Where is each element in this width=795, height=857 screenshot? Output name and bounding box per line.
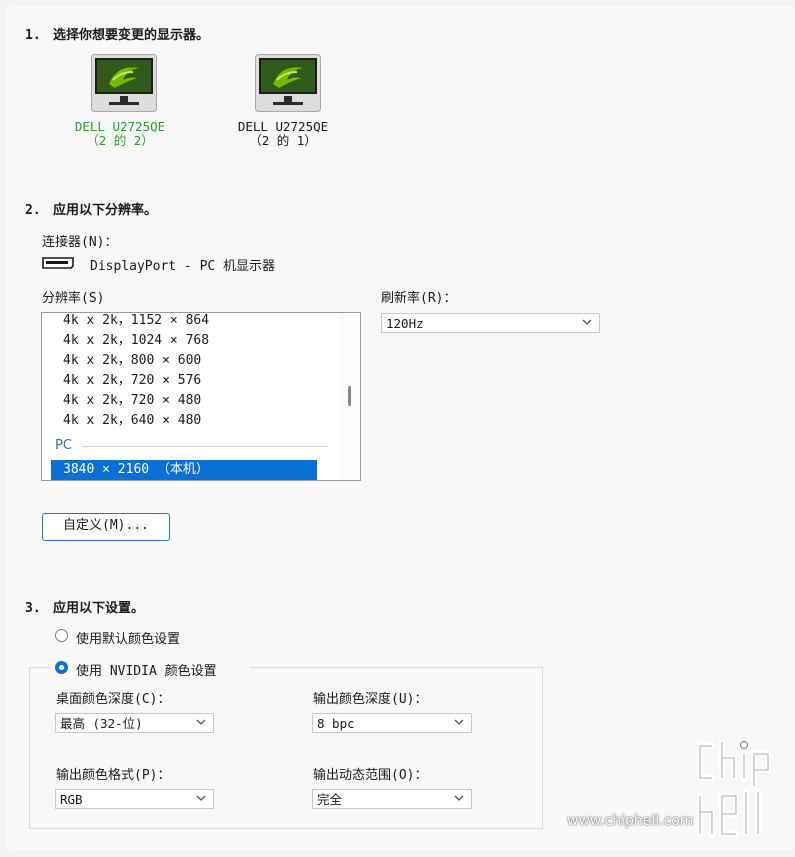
group-divider	[82, 446, 328, 447]
output-depth-value: 8 bpc	[317, 716, 355, 731]
desktop-depth-select[interactable]: 最高 (32-位)	[55, 713, 214, 733]
monitor-icon	[91, 54, 157, 112]
default-color-label[interactable]: 使用默认颜色设置	[76, 628, 180, 647]
nvidia-color-label[interactable]: 使用 NVIDIA 颜色设置	[76, 660, 217, 679]
dynamic-range-select[interactable]: 完全	[312, 789, 472, 809]
refresh-rate-select[interactable]: 120Hz	[381, 313, 600, 333]
step3-heading: 3. 应用以下设置。	[25, 597, 144, 616]
default-color-radio[interactable]	[55, 629, 68, 642]
list-item[interactable]: 4k x 2k，640 × 480	[63, 411, 201, 431]
refresh-rate-value: 120Hz	[386, 316, 424, 331]
refresh-label: 刷新率(R)：	[381, 291, 457, 306]
dynamic-range-label: 输出动态范围(O)：	[313, 768, 428, 783]
list-item-selected[interactable]: 3840 × 2160 （本机）	[51, 460, 317, 480]
list-item[interactable]: 4k x 2k，720 × 480	[63, 391, 201, 411]
output-format-value: RGB	[60, 792, 83, 807]
chevron-down-icon	[196, 795, 206, 801]
chevron-down-icon	[196, 719, 206, 725]
monitor-1-name: DELL U2725QE	[74, 119, 166, 134]
monitor-2[interactable]	[255, 54, 321, 116]
custom-resolution-button[interactable]: 自定义(M)...	[42, 513, 170, 541]
output-depth-select[interactable]: 8 bpc	[312, 713, 472, 733]
connector-icon	[42, 257, 74, 273]
resolution-list[interactable]: 4k x 2k，1152 × 864 4k x 2k，1024 × 768 4k…	[41, 312, 361, 481]
monitor-1-index: （2 的 2）	[86, 133, 154, 148]
connector-value: DisplayPort - PC 机显示器	[90, 259, 276, 274]
monitor-2-index: （2 的 1）	[249, 133, 317, 148]
monitor-2-name: DELL U2725QE	[237, 119, 329, 134]
connector-label: 连接器(N)：	[42, 235, 118, 250]
chevron-down-icon	[582, 319, 592, 325]
list-item[interactable]: 4k x 2k，720 × 576	[63, 371, 201, 391]
desktop-depth-value: 最高 (32-位)	[60, 716, 143, 731]
step2-number: 2.	[25, 203, 41, 218]
step3-title: 应用以下设置。	[53, 601, 145, 616]
list-group-header: PC	[55, 438, 72, 453]
desktop-depth-label: 桌面颜色深度(C)：	[56, 692, 171, 707]
step3-number: 3.	[25, 601, 41, 616]
chevron-down-icon	[454, 795, 464, 801]
resolution-scrollbar[interactable]	[340, 313, 360, 480]
list-item[interactable]: 4k x 2k，800 × 600	[63, 351, 201, 371]
dynamic-range-value: 完全	[317, 792, 343, 807]
step2-title: 应用以下分辨率。	[53, 203, 158, 218]
monitor-1[interactable]	[91, 54, 157, 116]
step1-number: 1.	[25, 28, 41, 43]
step2-heading: 2. 应用以下分辨率。	[25, 199, 157, 218]
chiphell-logo	[692, 738, 784, 846]
watermark-url: www.chiphell.com	[567, 813, 694, 829]
step1-title: 选择你想要变更的显示器。	[53, 28, 210, 43]
output-depth-label: 输出颜色深度(U)：	[313, 692, 428, 707]
chevron-down-icon	[454, 719, 464, 725]
output-format-label: 输出颜色格式(P)：	[56, 768, 171, 783]
scrollbar-thumb[interactable]	[348, 386, 351, 406]
monitor-icon	[255, 54, 321, 112]
monitor-2-label[interactable]: DELL U2725QE （2 的 1）	[213, 120, 353, 148]
output-format-select[interactable]: RGB	[55, 789, 214, 809]
resolution-label: 分辨率(S)	[42, 291, 105, 306]
list-item[interactable]: 4k x 2k，1152 × 864	[63, 313, 209, 331]
list-item[interactable]: 4k x 2k，1024 × 768	[63, 331, 209, 351]
monitor-1-label[interactable]: DELL U2725QE （2 的 2）	[50, 120, 190, 148]
nvidia-color-radio[interactable]	[55, 661, 68, 674]
step1-heading: 1. 选择你想要变更的显示器。	[25, 24, 209, 43]
